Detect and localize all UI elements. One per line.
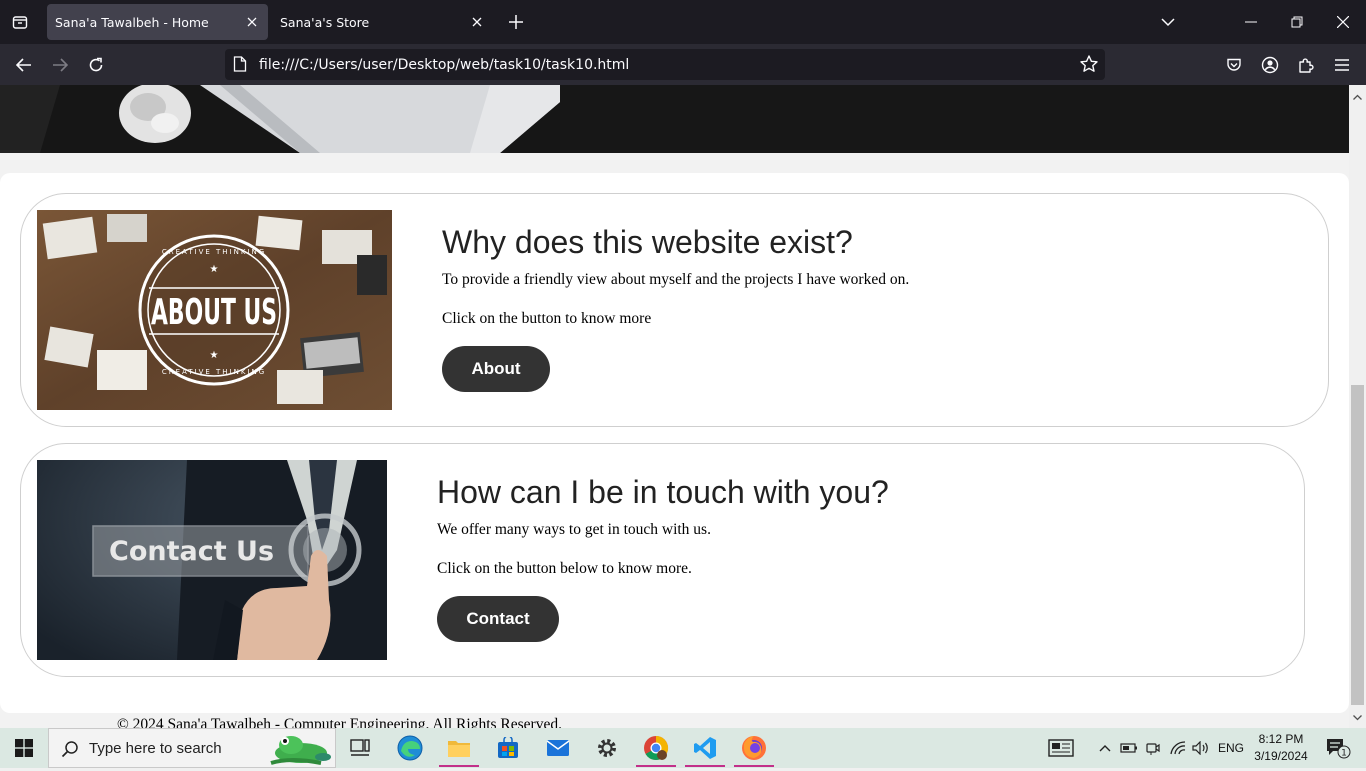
svg-text:★: ★ xyxy=(210,264,219,275)
pocket-icon[interactable] xyxy=(1221,52,1247,78)
contact-paragraph-2: Click on the button below to know more. xyxy=(437,560,692,577)
menu-hamburger-icon[interactable] xyxy=(1329,52,1355,78)
about-heading: Why does this website exist? xyxy=(442,224,853,260)
about-ring-text-bottom: CREATIVE THINKING xyxy=(162,368,266,376)
notification-center-icon[interactable]: 1 xyxy=(1318,728,1358,768)
volume-icon[interactable] xyxy=(1190,728,1212,768)
contact-card: Contact Us How can I be in touch with yo… xyxy=(20,443,1305,677)
search-placeholder: Type here to search xyxy=(89,739,222,757)
chrome-icon[interactable] xyxy=(632,728,680,768)
news-widget-icon[interactable] xyxy=(1044,728,1078,768)
wifi-icon[interactable] xyxy=(1167,728,1189,768)
windows-start-icon[interactable] xyxy=(0,728,48,768)
tab-store[interactable]: Sana'a's Store xyxy=(272,4,493,40)
about-paragraph-2: Click on the button to know more xyxy=(442,310,652,327)
chevron-up-icon[interactable] xyxy=(1096,728,1114,768)
tab-title: Sana'a Tawalbeh - Home xyxy=(55,14,209,30)
about-paragraph: To provide a friendly view about myself … xyxy=(442,271,910,288)
scroll-up-arrow-icon[interactable] xyxy=(1353,87,1362,105)
clock-date: 3/19/2024 xyxy=(1254,749,1308,763)
about-us-image: ★ ★ CREATIVE THINKING CREATIVE THINKING … xyxy=(37,210,392,410)
frog-search-highlight-icon xyxy=(261,731,337,771)
about-text-block: Why does this website exist? To provide … xyxy=(442,224,909,392)
contact-button[interactable]: Contact xyxy=(437,596,559,642)
contact-text-block: How can I be in touch with you? We offer… xyxy=(437,474,889,642)
taskbar-search-box[interactable]: Type here to search xyxy=(48,728,336,768)
contact-paragraph: We offer many ways to get in touch with … xyxy=(437,521,711,538)
clock-time: 8:12 PM xyxy=(1258,732,1304,746)
account-icon[interactable] xyxy=(1257,52,1283,78)
minimize-icon[interactable] xyxy=(1237,8,1265,36)
back-arrow-icon[interactable] xyxy=(11,52,37,78)
taskbar-clock[interactable]: 8:12 PM 3/19/2024 xyxy=(1250,731,1312,765)
file-explorer-icon[interactable] xyxy=(435,728,483,768)
main-content: ★ ★ CREATIVE THINKING CREATIVE THINKING … xyxy=(0,173,1349,713)
svg-text:★: ★ xyxy=(210,350,219,361)
url-text[interactable]: file:///C:/Users/user/Desktop/web/task10… xyxy=(259,57,629,73)
new-tab-icon[interactable] xyxy=(504,10,528,34)
language-indicator[interactable]: ENG xyxy=(1214,728,1248,768)
footer-copyright: © 2024 Sana'a Tawalbeh - Computer Engine… xyxy=(117,716,562,728)
scroll-down-arrow-icon[interactable] xyxy=(1353,708,1362,726)
close-tab-icon[interactable] xyxy=(469,14,485,30)
scrollbar-thumb[interactable] xyxy=(1351,385,1364,705)
reload-icon[interactable] xyxy=(83,52,109,78)
vscode-icon[interactable] xyxy=(681,728,729,768)
about-button[interactable]: About xyxy=(442,346,550,392)
extensions-icon[interactable] xyxy=(1293,52,1319,78)
settings-icon[interactable] xyxy=(583,728,631,768)
battery-icon[interactable] xyxy=(1119,728,1139,768)
about-ring-text: CREATIVE THINKING xyxy=(162,248,266,256)
close-window-icon[interactable] xyxy=(1329,8,1357,36)
tab-title: Sana'a's Store xyxy=(280,14,370,30)
contact-image-text: Contact Us xyxy=(109,536,274,567)
meet-now-icon[interactable] xyxy=(1143,728,1163,768)
close-tab-icon[interactable] xyxy=(244,14,260,30)
task-view-icon[interactable] xyxy=(336,728,384,768)
tab-home[interactable]: Sana'a Tawalbeh - Home xyxy=(47,4,268,40)
about-image-text: ABOUT US xyxy=(151,292,277,333)
search-icon xyxy=(61,740,79,762)
page-viewport: ★ ★ CREATIVE THINKING CREATIVE THINKING … xyxy=(0,85,1349,728)
bookmark-star-icon[interactable] xyxy=(1079,54,1099,78)
tab-list-chevron-icon[interactable] xyxy=(1154,8,1182,36)
contact-us-image: Contact Us xyxy=(37,460,387,660)
about-card: ★ ★ CREATIVE THINKING CREATIVE THINKING … xyxy=(20,193,1329,427)
microsoft-store-icon[interactable] xyxy=(484,728,532,768)
url-bar[interactable]: file:///C:/Users/user/Desktop/web/task10… xyxy=(225,49,1105,80)
page-scrollbar[interactable] xyxy=(1349,85,1366,728)
browser-tab-bar: Sana'a Tawalbeh - Home Sana'a's Store xyxy=(0,0,1366,44)
mail-icon[interactable] xyxy=(534,728,582,768)
forward-arrow-icon[interactable] xyxy=(47,52,73,78)
firefox-icon[interactable] xyxy=(730,728,778,768)
page-icon xyxy=(233,56,247,76)
restore-icon[interactable] xyxy=(1283,8,1311,36)
windows-taskbar: Type here to search ENG 8:12 PM 3/19/202… xyxy=(0,728,1366,768)
hero-banner-image xyxy=(0,85,1349,153)
browser-toolbar: file:///C:/Users/user/Desktop/web/task10… xyxy=(0,44,1366,85)
notification-count: 1 xyxy=(1341,749,1347,759)
tab-overview-icon[interactable] xyxy=(8,10,32,34)
contact-heading: How can I be in touch with you? xyxy=(437,474,889,510)
edge-icon[interactable] xyxy=(386,728,434,768)
